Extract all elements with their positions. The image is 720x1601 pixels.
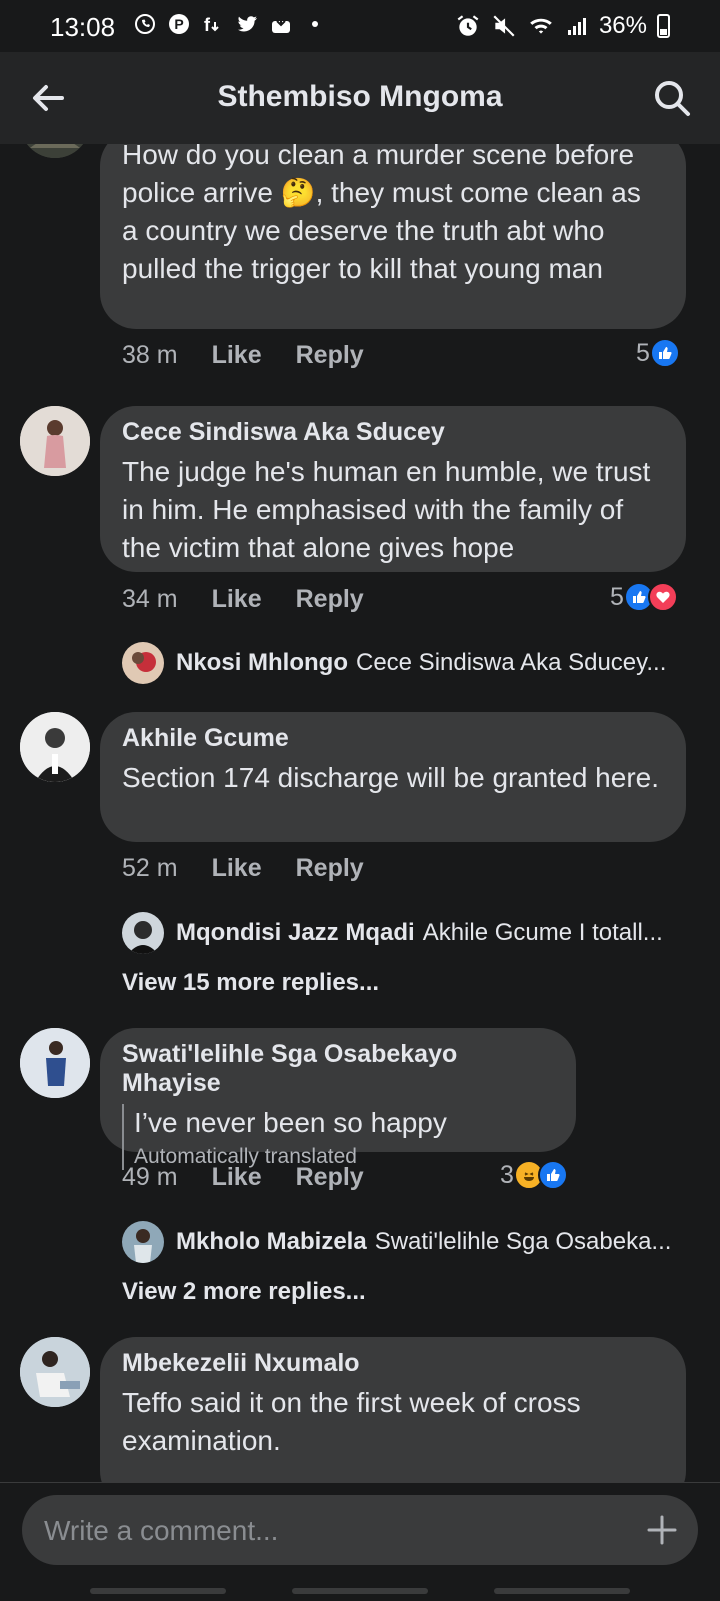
avatar — [122, 642, 164, 684]
like-button[interactable]: Like — [212, 854, 262, 883]
wifi-icon — [530, 18, 552, 34]
comment-bubble[interactable]: Cece Sindiswa Aka Sducey The judge he's … — [100, 406, 686, 572]
reply-button[interactable]: Reply — [296, 1163, 364, 1192]
comment-author[interactable]: Swati'lelihle Sga Osabekayo Mhayise — [122, 1040, 554, 1098]
like-reaction-icon — [537, 1160, 568, 1190]
download-icon — [268, 12, 294, 38]
love-reaction-icon — [647, 582, 678, 612]
status-time: 13:08 — [50, 12, 116, 42]
facebook-lite-icon: f — [200, 12, 226, 38]
reply-snippet: Cece Sindiswa Aka Sducey... — [355, 649, 667, 676]
avatar — [122, 912, 164, 954]
notification-icons: P f — [132, 12, 328, 38]
plus-icon[interactable] — [644, 1512, 680, 1548]
svg-text:P: P — [174, 16, 183, 32]
reply-button[interactable]: Reply — [296, 585, 364, 614]
alarm-icon — [457, 15, 479, 36]
translated-block: I’ve never been so happy Automatically t… — [122, 1104, 554, 1170]
view-more-replies[interactable]: View 2 more replies... — [122, 1278, 366, 1306]
comment-author[interactable]: Mbekezelii Nxumalo — [122, 1349, 664, 1378]
like-button[interactable]: Like — [212, 341, 262, 370]
reply-snippet: Swati'lelihle Sga Osabeka... — [374, 1228, 672, 1255]
comment-text: How do you clean a murder scene before p… — [122, 144, 641, 284]
dot-icon — [302, 12, 328, 38]
reaction-summary[interactable]: 5 — [610, 582, 678, 612]
reply-preview[interactable]: Mkholo Mabizela Swati'lelihle Sga Osabek… — [122, 1221, 671, 1263]
status-bar: 13:08 P f 36% — [0, 0, 720, 52]
reaction-summary[interactable]: 5 — [636, 338, 680, 368]
svg-text:f: f — [204, 15, 211, 35]
avatar[interactable] — [20, 406, 90, 476]
comments-feed[interactable]: How do you clean a murder scene before p… — [0, 144, 720, 1482]
avatar[interactable] — [20, 712, 90, 782]
nav-handle — [292, 1588, 428, 1594]
avatar[interactable] — [20, 144, 90, 158]
reply-preview[interactable]: Nkosi Mhlongo Cece Sindiswa Aka Sducey..… — [122, 642, 666, 684]
nav-handle — [90, 1588, 226, 1594]
reply-button[interactable]: Reply — [296, 854, 364, 883]
twitter-icon — [234, 12, 260, 38]
reply-author: Mkholo Mabizela — [176, 1228, 367, 1255]
whatsapp-icon — [132, 12, 158, 38]
view-more-replies[interactable]: View 15 more replies... — [122, 969, 379, 997]
search-icon[interactable] — [650, 76, 694, 120]
comment-author[interactable]: Akhile Gcume — [122, 724, 664, 753]
reaction-summary[interactable]: 3 — [500, 1160, 568, 1190]
comment-time[interactable]: 38 m — [122, 341, 178, 370]
comment-text: Teffo said it on the first week of cross… — [122, 1387, 581, 1456]
signal-icon — [567, 18, 586, 35]
reply-button[interactable]: Reply — [296, 341, 364, 370]
like-button[interactable]: Like — [212, 1163, 262, 1192]
avatar[interactable] — [20, 1337, 90, 1407]
battery-percent: 36% — [598, 12, 647, 39]
comment-bubble[interactable]: Swati'lelihle Sga Osabekayo Mhayise I’ve… — [100, 1028, 576, 1170]
like-button[interactable]: Like — [212, 585, 262, 614]
comment-placeholder: Write a comment... — [44, 1515, 279, 1546]
comment-bubble[interactable]: Mbekezelii Nxumalo Teffo said it on the … — [100, 1337, 686, 1482]
comment-time[interactable]: 34 m — [122, 585, 178, 614]
comment-input[interactable]: Write a comment... — [22, 1495, 698, 1565]
comment-time[interactable]: 49 m — [122, 1163, 178, 1192]
comment-bubble[interactable]: Akhile Gcume Section 174 discharge will … — [100, 712, 686, 842]
reply-author: Nkosi Mhlongo — [176, 649, 348, 676]
page-title: Sthembiso Mngoma — [217, 80, 503, 113]
comment-actions: 52 m Like Reply — [122, 854, 364, 883]
reaction-count: 3 — [500, 1160, 514, 1189]
nav-handle — [494, 1588, 630, 1594]
avatar[interactable] — [20, 1028, 90, 1098]
reaction-count: 5 — [610, 582, 624, 611]
mute-icon — [493, 15, 515, 37]
avatar — [122, 1221, 164, 1263]
comment-time[interactable]: 52 m — [122, 854, 178, 883]
comment-actions: 38 m Like Reply — [122, 341, 364, 370]
comment-text: Section 174 discharge will be granted he… — [122, 762, 660, 793]
like-reaction-icon — [649, 338, 680, 368]
reply-snippet: Akhile Gcume I totall... — [422, 919, 663, 946]
comment-actions: 49 m Like Reply — [122, 1163, 364, 1192]
comment-text: The judge he's human en humble, we trust… — [122, 456, 651, 563]
comment-text: I’ve never been so happy — [134, 1107, 447, 1138]
pinterest-icon: P — [166, 12, 192, 38]
reply-preview[interactable]: Mqondisi Jazz Mqadi Akhile Gcume I total… — [122, 912, 663, 954]
system-icons: 36% — [455, 12, 670, 40]
app-header: Sthembiso Mngoma — [0, 52, 720, 144]
comment-author[interactable]: Cece Sindiswa Aka Sducey — [122, 418, 664, 447]
comment-composer: Write a comment... — [0, 1482, 720, 1601]
reply-author: Mqondisi Jazz Mqadi — [176, 919, 415, 946]
comment-actions: 34 m Like Reply — [122, 585, 364, 614]
battery-icon — [657, 14, 670, 38]
comment-bubble[interactable]: How do you clean a murder scene before p… — [100, 144, 686, 329]
reaction-count: 5 — [636, 338, 650, 367]
